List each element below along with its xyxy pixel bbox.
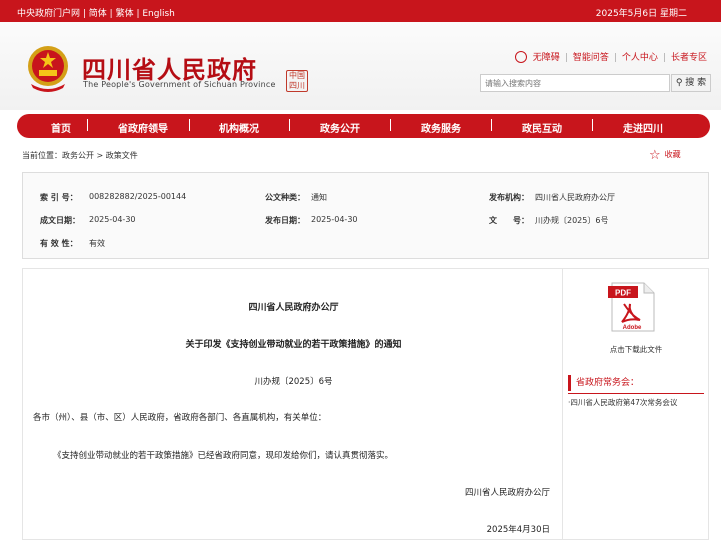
- nav-interaction[interactable]: 政民互动: [522, 120, 562, 135]
- category-label: 公文种类：: [265, 193, 305, 202]
- document-content: 四川省人民政府办公厅 关于印发《支持创业带动就业的若干政策措施》的通知 川办规〔…: [22, 268, 563, 540]
- main-nav: 首页 省政府领导 机构概况 政务公开 政务服务 政民互动 走进四川: [17, 114, 710, 138]
- accessibility-link[interactable]: 无障碍: [533, 50, 560, 63]
- site-header: 四川省人民政府 The People's Government of Sichu…: [0, 22, 721, 110]
- favorite-button[interactable]: ☆ 收藏: [649, 148, 681, 163]
- pdf-label: PDF: [615, 289, 631, 298]
- nav-leaders[interactable]: 省政府领导: [118, 120, 168, 135]
- nav-home[interactable]: 首页: [51, 120, 71, 135]
- nav-gov-affairs[interactable]: 政务公开: [320, 120, 360, 135]
- search-button[interactable]: ⚲ 搜 索: [671, 74, 711, 92]
- top-date: 2025年5月6日 星期二: [595, 9, 687, 19]
- search-input[interactable]: [480, 74, 670, 92]
- validity-label: 有 效 性：: [40, 239, 78, 248]
- document-metadata: 索 引 号： 008282882/2025-00144 公文种类： 通知 发布机…: [22, 172, 709, 259]
- document-org: 四川省人民政府办公厅: [248, 303, 339, 313]
- nav-explore[interactable]: 走进四川: [623, 120, 663, 135]
- validity-value: 有效: [89, 239, 105, 248]
- simplified-link[interactable]: 简体: [89, 9, 107, 19]
- issuer-label: 发布机构：: [489, 193, 529, 202]
- published-label: 发布日期：: [265, 216, 305, 225]
- category-value: 通知: [311, 193, 327, 202]
- accessibility-icon[interactable]: [514, 51, 527, 63]
- document-title: 关于印发《支持创业带动就业的若干政策措施》的通知: [185, 340, 402, 350]
- sidebar-section-title: 省政府常务会：: [568, 375, 704, 391]
- breadcrumb[interactable]: 当前位置：政务公开 > 政策文件: [22, 150, 138, 161]
- index-label: 索 引 号：: [40, 193, 78, 202]
- document-number: 川办规〔2025〕6号: [254, 377, 333, 387]
- document-signature: 四川省人民政府办公厅: [464, 488, 550, 498]
- personal-center-link[interactable]: 个人中心: [622, 50, 658, 63]
- download-link[interactable]: 点击下载此文件: [563, 344, 709, 355]
- elderly-zone-link[interactable]: 长者专区: [671, 50, 707, 63]
- english-link[interactable]: English: [142, 9, 175, 19]
- published-value: 2025-04-30: [311, 215, 358, 224]
- document-date: 2025年4月30日: [486, 525, 550, 535]
- sichuan-seal-logo: 中国 四川: [286, 70, 308, 92]
- index-value: 008282882/2025-00144: [89, 192, 187, 201]
- pdf-file-icon[interactable]: PDF Adobe: [608, 282, 656, 332]
- site-subtitle: The People's Government of Sichuan Provi…: [83, 80, 276, 89]
- docno-value: 川办规〔2025〕6号: [535, 216, 609, 225]
- central-gov-link[interactable]: 中央政府门户网: [17, 9, 80, 19]
- search-icon: ⚲: [675, 78, 683, 88]
- sidebar-item[interactable]: ·四川省人民政府第47次常务会议: [568, 397, 677, 408]
- star-icon: ☆: [649, 148, 661, 163]
- utility-links: 无障碍 | 智能问答 | 个人中心 | 长者专区: [514, 50, 707, 63]
- nav-institutions[interactable]: 机构概况: [219, 120, 259, 135]
- traditional-link[interactable]: 繁体: [116, 9, 134, 19]
- sidebar: PDF Adobe 点击下载此文件 省政府常务会： ·四川省人民政府第47次常务…: [563, 268, 709, 540]
- favorite-label: 收藏: [664, 150, 681, 159]
- top-links: 中央政府门户网 | 简体 | 繁体 | English: [17, 9, 175, 19]
- document-addressees: 各市（州）、县（市、区）人民政府，省政府各部门、各直属机构，有关单位：: [33, 413, 327, 423]
- pdf-brand: Adobe: [623, 325, 642, 331]
- created-label: 成文日期：: [40, 216, 80, 225]
- document-body: 《支持创业带动就业的若干政策措施》已经省政府同意，现印发给你们，请认真贯彻落实。: [53, 451, 394, 461]
- top-bar: 中央政府门户网 | 简体 | 繁体 | English 2025年5月6日 星期…: [0, 0, 721, 22]
- issuer-value: 四川省人民政府办公厅: [535, 193, 615, 202]
- smart-qa-link[interactable]: 智能问答: [573, 50, 609, 63]
- nav-services[interactable]: 政务服务: [421, 120, 461, 135]
- search-button-label: 搜 索: [685, 78, 707, 88]
- national-emblem-icon[interactable]: [25, 44, 71, 92]
- docno-label: 文 号：: [489, 216, 529, 225]
- created-value: 2025-04-30: [89, 215, 136, 224]
